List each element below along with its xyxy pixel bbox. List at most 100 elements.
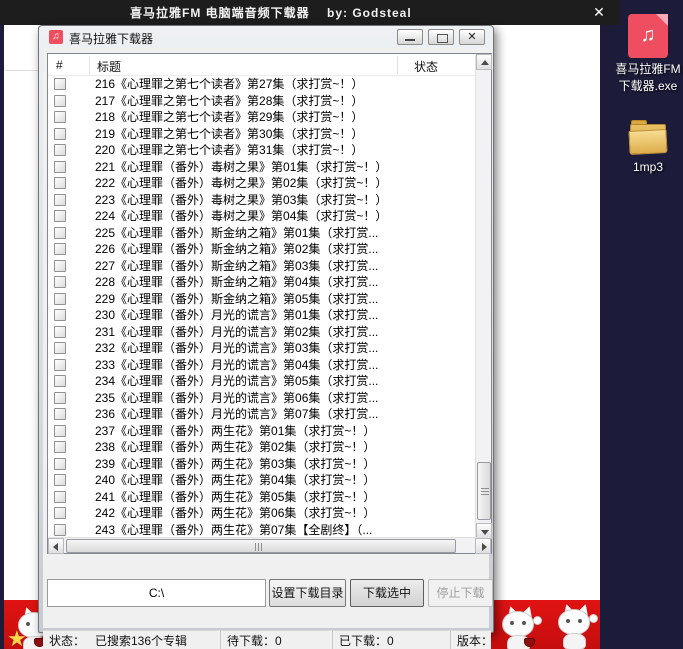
set-download-dir-button[interactable]: 设置下载目录 — [269, 579, 346, 607]
row-checkbox[interactable] — [54, 276, 66, 288]
list-item[interactable]: 241《心理罪（番外）两生花》第05集（求打赏~！） — [48, 489, 476, 506]
list-item[interactable]: 232《心理罪（番外）月光的谎言》第03集（求打赏... — [48, 340, 476, 357]
background-list-item — [497, 440, 597, 462]
row-title: 232《心理罪（番外）月光的谎言》第03集（求打赏... — [95, 340, 395, 357]
list-item[interactable]: 219《心理罪之第七个读者》第30集（求打赏~！） — [48, 126, 476, 143]
list-item[interactable]: 234《心理罪（番外）月光的谎言》第05集（求打赏... — [48, 373, 476, 390]
desktop-icon-1mp3-folder[interactable]: 1mp3 — [608, 118, 683, 176]
list-item[interactable]: 224《心理罪（番外）毒树之果》第04集（求打赏~！） — [48, 208, 476, 225]
background-right-list — [497, 82, 597, 619]
outer-titlebar[interactable]: 喜马拉雅FM 电脑端音频下载器 by: Godsteal ✕ — [0, 0, 620, 25]
row-checkbox[interactable] — [54, 177, 66, 189]
row-checkbox[interactable] — [54, 375, 66, 387]
row-checkbox[interactable] — [54, 392, 66, 404]
close-button[interactable]: ✕ — [459, 29, 485, 45]
background-list-item — [497, 194, 597, 216]
row-checkbox[interactable] — [54, 144, 66, 156]
row-checkbox[interactable] — [54, 293, 66, 305]
row-checkbox[interactable] — [54, 227, 66, 239]
list-item[interactable]: 238《心理罪（番外）两生花》第02集（求打赏~！） — [48, 439, 476, 456]
list-item[interactable]: 236《心理罪（番外）月光的谎言》第07集（求打赏... — [48, 406, 476, 423]
background-list-item — [497, 485, 597, 507]
row-checkbox[interactable] — [54, 326, 66, 338]
background-list-item — [497, 127, 597, 149]
row-checkbox[interactable] — [54, 408, 66, 420]
scroll-right-button[interactable] — [475, 538, 491, 554]
list-item[interactable]: 233《心理罪（番外）月光的谎言》第04集（求打赏... — [48, 357, 476, 374]
horizontal-scroll-thumb[interactable] — [66, 539, 456, 553]
list-item[interactable]: 216《心理罪之第七个读者》第27集（求打赏~！） — [48, 76, 476, 93]
list-item[interactable]: 223《心理罪（番外）毒树之果》第03集（求打赏~！） — [48, 192, 476, 209]
maximize-button[interactable] — [428, 29, 454, 45]
row-title: 243《心理罪（番外）两生花》第07集【全剧终】（... — [95, 522, 395, 539]
row-checkbox[interactable] — [54, 474, 66, 486]
row-title: 237《心理罪（番外）两生花》第01集（求打赏~！） — [95, 423, 395, 440]
row-checkbox[interactable] — [54, 441, 66, 453]
list-item[interactable]: 229《心理罪（番外）斯金纳之箱》第05集（求打赏... — [48, 291, 476, 308]
list-item[interactable]: 239《心理罪（番外）两生花》第03集（求打赏~！） — [48, 456, 476, 473]
list-item[interactable]: 227《心理罪（番外）斯金纳之箱》第03集（求打赏... — [48, 258, 476, 275]
horizontal-scrollbar[interactable] — [48, 537, 491, 553]
vertical-scrollbar[interactable] — [475, 54, 491, 539]
column-header-title[interactable]: 标题 — [97, 58, 121, 75]
background-list-item — [497, 104, 597, 126]
row-checkbox[interactable] — [54, 507, 66, 519]
status-bar: 状态： 已搜索136个专辑 待下载：0 已下载：0 版本：1.0 — [43, 630, 491, 649]
app-titlebar[interactable]: ♫ 喜马拉雅下载器 ✕ — [39, 26, 493, 48]
row-checkbox[interactable] — [54, 161, 66, 173]
list-item[interactable]: 235《心理罪（番外）月光的谎言》第06集（求打赏... — [48, 390, 476, 407]
scroll-up-button[interactable] — [476, 54, 492, 70]
list-header: # 标题 状态 — [48, 54, 476, 76]
download-selected-button[interactable]: 下载选中 — [350, 579, 424, 607]
background-list-item — [497, 507, 597, 529]
row-checkbox[interactable] — [54, 491, 66, 503]
exe-icon-label-line2: 下载器.exe — [608, 78, 683, 95]
list-item[interactable]: 231《心理罪（番外）月光的谎言》第02集（求打赏... — [48, 324, 476, 341]
row-checkbox[interactable] — [54, 260, 66, 272]
row-checkbox[interactable] — [54, 524, 66, 536]
row-checkbox[interactable] — [54, 309, 66, 321]
list-item[interactable]: 221《心理罪（番外）毒树之果》第01集（求打赏~！） — [48, 159, 476, 176]
background-list-item — [497, 328, 597, 350]
row-checkbox[interactable] — [54, 342, 66, 354]
column-header-num[interactable]: # — [56, 58, 63, 72]
list-item[interactable]: 237《心理罪（番外）两生花》第01集（求打赏~！） — [48, 423, 476, 440]
list-item[interactable]: 243《心理罪（番外）两生花》第07集【全剧终】（... — [48, 522, 476, 539]
row-checkbox[interactable] — [54, 425, 66, 437]
list-item[interactable]: 230《心理罪（番外）月光的谎言》第01集（求打赏... — [48, 307, 476, 324]
download-path-field[interactable]: C:\ — [47, 579, 266, 607]
row-checkbox[interactable] — [54, 128, 66, 140]
row-checkbox[interactable] — [54, 458, 66, 470]
row-checkbox[interactable] — [54, 194, 66, 206]
background-list-item — [497, 306, 597, 328]
stop-download-button: 停止下载 — [428, 579, 493, 607]
list-item[interactable]: 225《心理罪（番外）斯金纳之箱》第01集（求打赏... — [48, 225, 476, 242]
list-item[interactable]: 226《心理罪（番外）斯金纳之箱》第02集（求打赏... — [48, 241, 476, 258]
column-header-status[interactable]: 状态 — [414, 58, 438, 75]
minimize-button[interactable] — [397, 29, 423, 45]
list-item[interactable]: 217《心理罪之第七个读者》第28集（求打赏~！） — [48, 93, 476, 110]
row-checkbox[interactable] — [54, 359, 66, 371]
list-item[interactable]: 242《心理罪（番外）两生花》第06集（求打赏~！） — [48, 505, 476, 522]
list-item[interactable]: 220《心理罪之第七个读者》第31集（求打赏~！） — [48, 142, 476, 159]
list-item[interactable]: 228《心理罪（番外）斯金纳之箱》第04集（求打赏... — [48, 274, 476, 291]
background-list-item — [497, 261, 597, 283]
row-checkbox[interactable] — [54, 243, 66, 255]
list-item[interactable]: 240《心理罪（番外）两生花》第04集（求打赏~！） — [48, 472, 476, 489]
outer-close-icon[interactable]: ✕ — [590, 3, 608, 21]
row-title: 216《心理罪之第七个读者》第27集（求打赏~！） — [95, 76, 395, 93]
folder-icon — [628, 118, 668, 156]
vertical-scroll-thumb[interactable] — [477, 462, 491, 520]
row-checkbox[interactable] — [54, 95, 66, 107]
row-checkbox[interactable] — [54, 111, 66, 123]
list-item[interactable]: 218《心理罪之第七个读者》第29集（求打赏~！） — [48, 109, 476, 126]
list-item[interactable]: 222《心理罪（番外）毒树之果》第02集（求打赏~！） — [48, 175, 476, 192]
status-version: 版本：1.0 — [451, 631, 491, 649]
row-checkbox[interactable] — [54, 210, 66, 222]
scroll-left-button[interactable] — [48, 538, 64, 554]
background-list-item — [497, 216, 597, 238]
desktop-icon-downloader-exe[interactable]: ♫ 喜马拉雅FM 下载器.exe — [608, 14, 683, 95]
row-title: 234《心理罪（番外）月光的谎言》第05集（求打赏... — [95, 373, 395, 390]
row-title: 239《心理罪（番外）两生花》第03集（求打赏~！） — [95, 456, 395, 473]
row-checkbox[interactable] — [54, 78, 66, 90]
